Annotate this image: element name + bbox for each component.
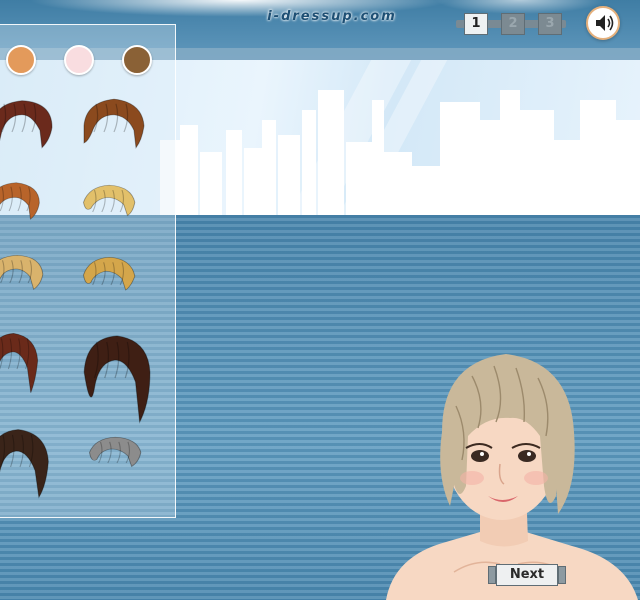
next-button[interactable]: Next	[488, 564, 566, 586]
hairstyle-option-6[interactable]	[78, 256, 144, 314]
skin-swatch-pale-pink[interactable]	[64, 45, 94, 75]
character-model	[376, 336, 640, 600]
skin-swatch-tan[interactable]	[6, 45, 36, 75]
hairstyle-option-3[interactable]	[0, 180, 50, 242]
site-logo: i-dressup.com	[267, 9, 397, 24]
hairstyle-option-1[interactable]	[0, 96, 58, 168]
step-3-button[interactable]: 3	[538, 13, 562, 35]
hairstyle-icon	[83, 184, 136, 217]
hairstyle-icon	[0, 182, 40, 220]
hairstyle-icon	[83, 256, 136, 291]
character-illustration	[386, 354, 638, 600]
hairstyle-icon	[83, 335, 151, 424]
hairstyle-option-2[interactable]	[78, 96, 150, 168]
hairstyle-icon	[0, 429, 49, 499]
game-stage: i-dressup.com 1 2 3 Next	[0, 0, 640, 600]
hairstyle-icon	[83, 98, 145, 149]
hairstyle-icon	[89, 436, 142, 468]
next-button-left-cap	[488, 566, 496, 584]
next-button-label: Next	[496, 564, 558, 586]
hairstyle-option-4[interactable]	[78, 184, 144, 240]
next-button-right-cap	[558, 566, 566, 584]
step-1-button[interactable]: 1	[464, 13, 488, 35]
hairstyle-icon	[0, 254, 44, 290]
hairstyle-option-9[interactable]	[0, 426, 54, 508]
step-2-button[interactable]: 2	[501, 13, 525, 35]
speaker-icon	[596, 15, 614, 31]
hairstyle-icon	[0, 100, 53, 149]
hairstyle-option-8[interactable]	[78, 332, 152, 424]
step-indicator: 1 2 3	[456, 12, 566, 36]
skin-swatch-brown[interactable]	[122, 45, 152, 75]
sound-toggle-button[interactable]	[586, 6, 620, 40]
hairstyle-option-5[interactable]	[0, 254, 52, 312]
hairstyle-option-7[interactable]	[0, 330, 48, 408]
hairstyle-option-10[interactable]	[84, 436, 150, 490]
hairstyle-icon	[0, 332, 39, 393]
